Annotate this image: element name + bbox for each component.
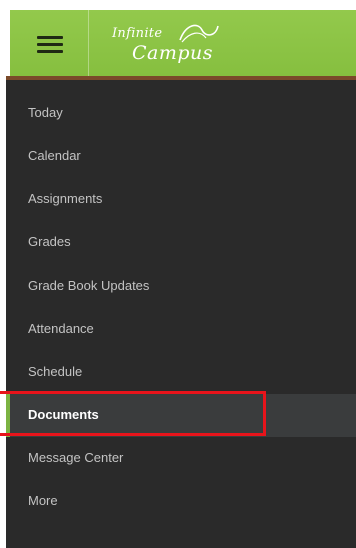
header-divider xyxy=(88,10,89,76)
sidebar-item-label: Grades xyxy=(28,234,71,249)
menu-bar-line xyxy=(37,50,63,53)
sidebar-item-label: Schedule xyxy=(28,364,83,379)
sidebar-item-grade-book-updates[interactable]: Grade Book Updates xyxy=(6,265,356,308)
sidebar-item-more[interactable]: More xyxy=(6,480,356,523)
hamburger-menu-icon[interactable] xyxy=(37,34,63,54)
sidebar-item-attendance[interactable]: Attendance xyxy=(6,308,356,351)
sidebar-item-calendar[interactable]: Calendar xyxy=(6,135,356,178)
logo-text-infinite: Infinite xyxy=(112,26,163,41)
sidebar-item-label: Documents xyxy=(28,407,99,422)
menu-bar-line xyxy=(37,43,63,46)
sidebar-item-documents[interactable]: Documents xyxy=(6,394,356,437)
sidebar-item-message-center[interactable]: Message Center xyxy=(6,437,356,480)
infinite-campus-logo[interactable]: Infinite Campus xyxy=(102,16,252,72)
sidebar-item-label: Attendance xyxy=(28,321,94,336)
sidebar-item-grades[interactable]: Grades xyxy=(6,221,356,264)
sidebar-item-assignments[interactable]: Assignments xyxy=(6,178,356,221)
sidebar-item-schedule[interactable]: Schedule xyxy=(6,351,356,394)
header-bar: Infinite Campus xyxy=(10,10,356,76)
app-window: Infinite Campus Today Calendar Assignmen… xyxy=(0,0,356,548)
active-indicator xyxy=(6,394,10,437)
sidebar-item-today[interactable]: Today xyxy=(6,92,356,135)
sidebar-item-label: Today xyxy=(28,105,63,120)
sidebar-item-label: More xyxy=(28,493,58,508)
sidebar-item-label: Assignments xyxy=(28,191,103,206)
menu-bar-line xyxy=(37,36,63,39)
sidebar-item-label: Calendar xyxy=(28,148,81,163)
sidebar-item-label: Grade Book Updates xyxy=(28,278,150,293)
sidebar-menu: Today Calendar Assignments Grades Grade … xyxy=(6,80,356,548)
logo-text-campus: Campus xyxy=(132,42,214,64)
sidebar-item-label: Message Center xyxy=(28,450,124,465)
